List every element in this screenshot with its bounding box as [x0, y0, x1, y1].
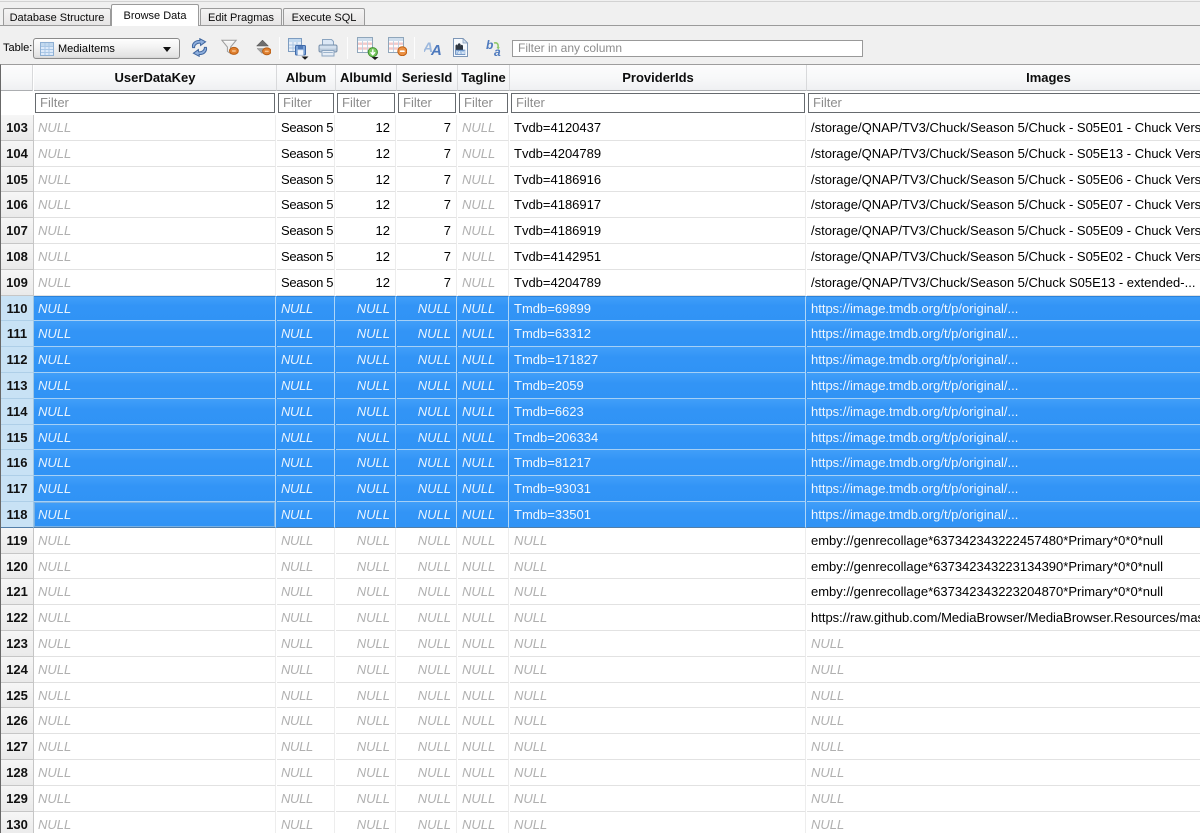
svg-text:A: A — [430, 42, 442, 56]
svg-text:html: html — [456, 50, 465, 55]
svg-text:b: b — [486, 39, 493, 52]
